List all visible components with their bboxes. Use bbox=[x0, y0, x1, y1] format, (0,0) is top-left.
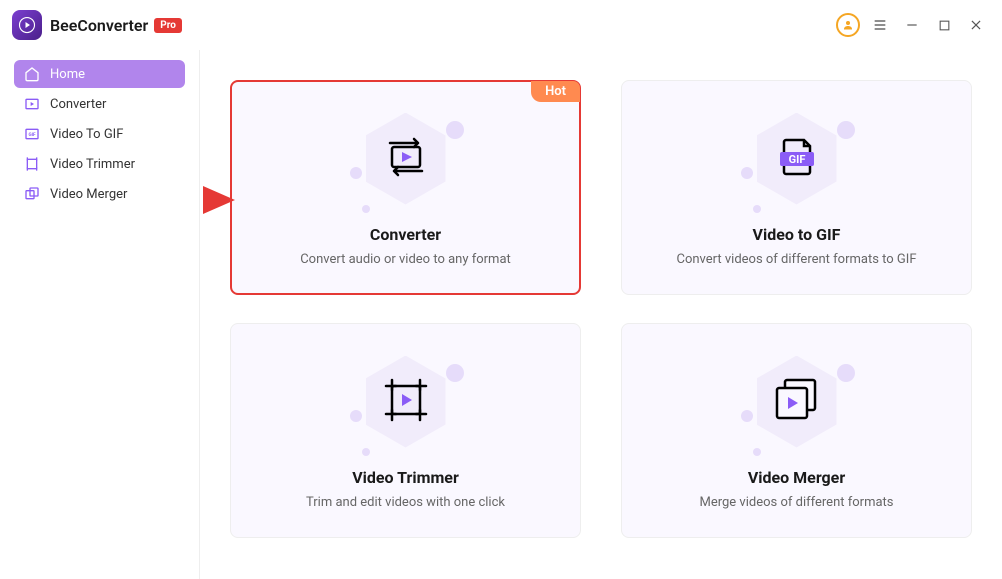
card-converter[interactable]: Hot Converter Convert audio or video to … bbox=[230, 80, 581, 295]
sidebar-item-videotogif[interactable]: GIF Video To GIF bbox=[14, 120, 185, 148]
sidebar-item-label: Converter bbox=[50, 97, 106, 112]
minimize-icon bbox=[905, 18, 919, 32]
merger-icon bbox=[24, 186, 40, 202]
card-desc: Convert videos of different formats to G… bbox=[677, 252, 917, 267]
svg-text:GIF: GIF bbox=[788, 153, 805, 166]
svg-text:GIF: GIF bbox=[28, 132, 36, 138]
hot-badge: Hot bbox=[531, 81, 580, 102]
maximize-button[interactable] bbox=[930, 11, 958, 39]
sidebar-item-merger[interactable]: Video Merger bbox=[14, 180, 185, 208]
card-videotogif[interactable]: GIF Video to GIF Convert videos of diffe… bbox=[621, 80, 972, 295]
trimmer-card-icon bbox=[382, 376, 430, 428]
sidebar-item-trimmer[interactable]: Video Trimmer bbox=[14, 150, 185, 178]
converter-icon bbox=[24, 96, 40, 112]
sidebar-item-converter[interactable]: Converter bbox=[14, 90, 185, 118]
sidebar-item-label: Video To GIF bbox=[50, 127, 123, 142]
card-merger[interactable]: Video Merger Merge videos of different f… bbox=[621, 323, 972, 538]
minimize-button[interactable] bbox=[898, 11, 926, 39]
gif-card-icon: GIF bbox=[772, 132, 822, 186]
pro-badge: Pro bbox=[154, 18, 182, 33]
card-desc: Merge videos of different formats bbox=[699, 495, 893, 510]
titlebar: BeeConverter Pro bbox=[0, 0, 1002, 50]
user-icon bbox=[836, 13, 860, 37]
sidebar-item-label: Home bbox=[50, 67, 85, 82]
gif-icon: GIF bbox=[24, 126, 40, 142]
converter-card-icon bbox=[382, 133, 430, 185]
trimmer-icon bbox=[24, 156, 40, 172]
close-icon bbox=[969, 18, 983, 32]
home-icon bbox=[24, 66, 40, 82]
card-title: Video Merger bbox=[748, 468, 845, 487]
card-title: Video Trimmer bbox=[352, 468, 459, 487]
card-title: Converter bbox=[370, 225, 441, 244]
sidebar-item-home[interactable]: Home bbox=[14, 60, 185, 88]
app-name: BeeConverter bbox=[50, 16, 148, 35]
card-desc: Convert audio or video to any format bbox=[300, 252, 511, 267]
merger-card-icon bbox=[771, 374, 823, 430]
menu-icon bbox=[872, 17, 888, 33]
card-desc: Trim and edit videos with one click bbox=[306, 495, 505, 510]
sidebar-item-label: Video Merger bbox=[50, 187, 127, 202]
app-logo bbox=[12, 10, 42, 40]
card-trimmer[interactable]: Video Trimmer Trim and edit videos with … bbox=[230, 323, 581, 538]
sidebar-item-label: Video Trimmer bbox=[50, 157, 135, 172]
sidebar: Home Converter GIF Video To GIF Video Tr… bbox=[0, 50, 200, 579]
maximize-icon bbox=[938, 19, 951, 32]
close-button[interactable] bbox=[962, 11, 990, 39]
menu-button[interactable] bbox=[866, 11, 894, 39]
main-content: Hot Converter Convert audio or video to … bbox=[200, 50, 1002, 579]
user-button[interactable] bbox=[834, 11, 862, 39]
card-title: Video to GIF bbox=[753, 225, 841, 244]
